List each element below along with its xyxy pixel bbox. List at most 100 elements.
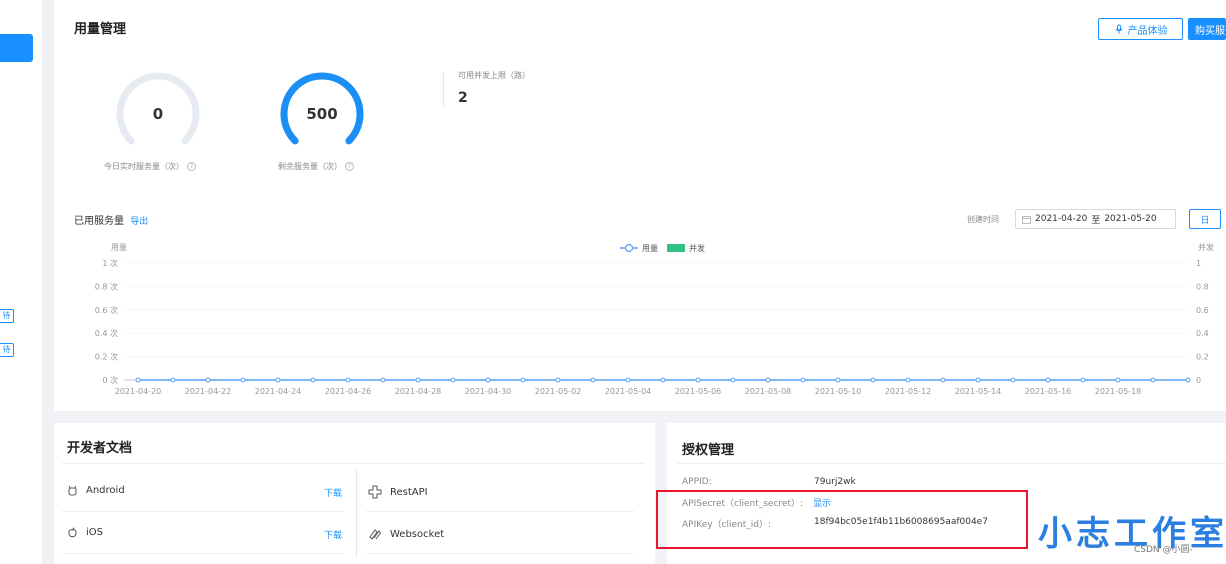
remaining-service-gauge: 500 (280, 72, 364, 145)
data-point[interactable] (1150, 377, 1156, 383)
divider (62, 553, 344, 554)
x-tick-label: 2021-04-20 (115, 387, 162, 396)
x-tick-label: 2021-05-10 (815, 387, 862, 396)
watermark-logo: 小志工作室 (1038, 514, 1226, 554)
y-tick-label-right: 0 (1196, 376, 1201, 385)
data-point[interactable] (975, 377, 981, 383)
date-range-picker[interactable]: 2021-04-20 至 2021-05-20 (1015, 209, 1176, 229)
y-tick-label-right: 0.8 (1196, 282, 1209, 291)
developer-docs-card: 开发者文档 Android 下载 iOS 下载 RestAPI Websocke… (54, 423, 655, 564)
data-point[interactable] (170, 377, 176, 383)
data-point[interactable] (1080, 377, 1086, 383)
data-point[interactable] (450, 377, 456, 383)
doc-item-label: iOS (86, 527, 103, 538)
data-point[interactable] (485, 377, 491, 383)
doc-item-android[interactable]: Android (67, 485, 125, 496)
data-point[interactable] (1115, 377, 1121, 383)
x-tick-label: 2021-05-16 (1025, 387, 1072, 396)
remaining-service-value: 500 (306, 105, 337, 123)
x-tick-label: 2021-04-28 (395, 387, 442, 396)
granularity-day-button[interactable]: 日 (1189, 209, 1221, 229)
x-tick-label: 2021-04-24 (255, 387, 302, 396)
data-point[interactable] (135, 377, 141, 383)
download-ios-link[interactable]: 下载 (324, 528, 342, 541)
x-tick-label: 2021-05-06 (675, 387, 722, 396)
highlight-annotation-box (656, 490, 1028, 549)
concurrency-label: 可用并发上限（路） (458, 71, 530, 80)
doc-item-restapi[interactable]: RestAPI (368, 485, 428, 499)
developer-docs-title: 开发者文档 (67, 441, 133, 456)
export-link[interactable]: 导出 (130, 217, 148, 227)
x-tick-label: 2021-05-18 (1095, 387, 1142, 396)
divider (356, 469, 357, 557)
today-service-gauge: 0 (116, 72, 200, 145)
date-start: 2021-04-20 (1035, 214, 1088, 224)
buy-service-button[interactable]: 购买服务 (1188, 18, 1226, 40)
data-point[interactable] (940, 377, 946, 383)
y-axis-left: 1 次 0.8 次 0.6 次 0.4 次 0.2 次 0 次 (95, 258, 118, 385)
used-service-heading: 已用服务量 导出 (74, 212, 148, 227)
usage-card: 用量管理 产品体验 购买服务 0 今日实时服务量（次） ? 500 (54, 0, 1226, 411)
data-point[interactable] (905, 377, 911, 383)
remaining-service-label: 剩余服务量（次） (278, 162, 342, 171)
data-point[interactable] (345, 377, 351, 383)
legend-usage-label[interactable]: 用量 (642, 244, 658, 253)
data-point[interactable] (275, 377, 281, 383)
y-axis-right-label: 并发 (1198, 242, 1214, 252)
divider (62, 463, 644, 464)
x-axis: 2021-04-20 2021-04-22 2021-04-24 2021-04-26… (115, 387, 1142, 396)
data-point[interactable] (1010, 377, 1016, 383)
data-point[interactable] (1185, 377, 1191, 383)
appid-value: 79urj2wk (814, 477, 856, 487)
data-point[interactable] (695, 377, 701, 383)
download-android-link[interactable]: 下载 (324, 486, 342, 499)
data-point[interactable] (310, 377, 316, 383)
data-point[interactable] (205, 377, 211, 383)
apple-icon (68, 527, 77, 538)
x-tick-label: 2021-05-08 (745, 387, 792, 396)
product-experience-label: 产品体验 (1127, 25, 1168, 37)
y-tick-label: 0.2 次 (95, 352, 118, 362)
data-point[interactable] (765, 377, 771, 383)
today-service-value: 0 (153, 105, 163, 123)
chart-legend: 用量 并发 (620, 243, 705, 253)
data-point[interactable] (870, 377, 876, 383)
today-service-label-wrap: 今日实时服务量（次） ? (104, 161, 196, 172)
doc-item-websocket[interactable]: Websocket (368, 527, 444, 541)
data-point[interactable] (590, 377, 596, 383)
data-point[interactable] (660, 377, 666, 383)
y-axis-right: 1 0.8 0.6 0.4 0.2 0 (1196, 259, 1209, 385)
legend-concurrency-label[interactable]: 并发 (689, 243, 705, 253)
sidebar-tag[interactable]: 待 (0, 309, 14, 323)
doc-item-ios[interactable]: iOS (67, 527, 103, 538)
product-experience-button[interactable]: 产品体验 (1098, 18, 1183, 40)
data-point[interactable] (415, 377, 421, 383)
data-point[interactable] (835, 377, 841, 383)
y-tick-label: 0.8 次 (95, 281, 118, 291)
concurrency-value: 2 (458, 90, 468, 106)
sidebar-tag[interactable]: 待 (0, 343, 14, 357)
sidebar-active-item[interactable] (0, 34, 33, 62)
data-point[interactable] (380, 377, 386, 383)
today-service-label: 今日实时服务量（次） (104, 162, 184, 171)
chart-grid (124, 262, 1188, 381)
help-icon[interactable]: ? (187, 162, 196, 171)
websocket-icon (369, 529, 382, 540)
data-point[interactable] (1045, 377, 1051, 383)
sidebar: 待 待 (0, 0, 42, 564)
data-point[interactable] (240, 377, 246, 383)
created-time-label: 创建时间 (967, 215, 999, 224)
android-icon (68, 485, 77, 496)
y-tick-label: 1 次 (102, 258, 118, 268)
appid-label: APPID: (682, 477, 712, 487)
help-icon[interactable]: ? (345, 162, 354, 171)
data-point[interactable] (800, 377, 806, 383)
y-tick-label-right: 0.2 (1196, 353, 1209, 362)
legend-concurrency-swatch (667, 244, 685, 252)
csdn-credit: CSDN @小圆- (1134, 545, 1193, 555)
x-tick-label: 2021-05-04 (605, 387, 652, 396)
data-point[interactable] (520, 377, 526, 383)
data-point[interactable] (730, 377, 736, 383)
data-point[interactable] (625, 377, 631, 383)
data-point[interactable] (555, 377, 561, 383)
